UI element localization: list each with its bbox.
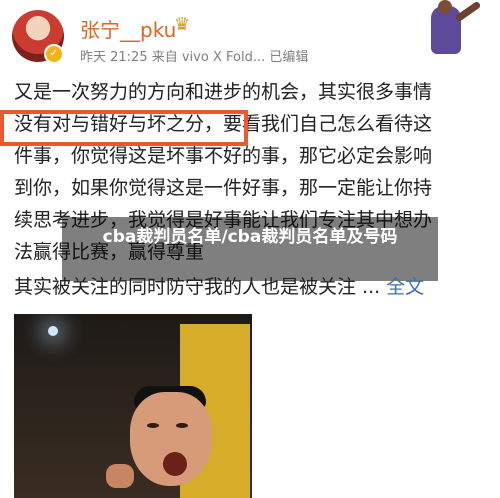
crown-icon: ♛ [174, 14, 191, 35]
overlay-title: cba裁判员名单/cba裁判员名单及号码 [102, 227, 398, 247]
username[interactable]: 张宁__pku [80, 14, 176, 43]
ceiling-light [48, 326, 58, 336]
post-photo[interactable] [14, 314, 252, 498]
post-last-text: 其实被关注的同时防守我的人也是被关注 ... [14, 276, 381, 298]
post-header: ✓ 张宁__pku ♛ 昨天 21:25 来自 vivo X Fold... 已… [0, 0, 500, 70]
post-line: 又是一次努力的方向和进步的机会，其实很多事情 [14, 81, 433, 103]
mouth [163, 452, 187, 476]
post-last-line: 其实被关注的同时防守我的人也是被关注 ... 全文 [14, 272, 424, 299]
header-photo[interactable] [402, 0, 492, 58]
fist [106, 464, 134, 488]
left-eye [147, 423, 159, 428]
highlight-box [0, 110, 248, 146]
right-eye [176, 423, 188, 428]
player-head [438, 0, 452, 14]
post-line: 到你，如果你觉得这是一件好事，那一定能让你持 [14, 177, 433, 199]
full-text-link[interactable]: 全文 [386, 276, 424, 298]
verified-icon: ✓ [44, 44, 64, 64]
post-meta: 昨天 21:25 来自 vivo X Fold... 已编辑 [80, 50, 309, 65]
